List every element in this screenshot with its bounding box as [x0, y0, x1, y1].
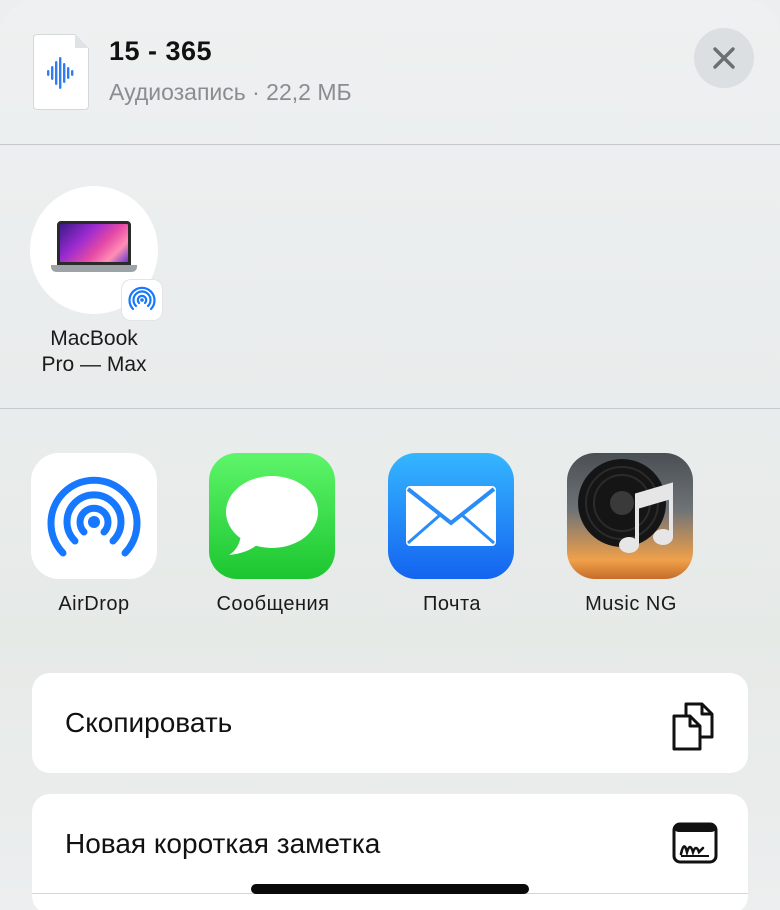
airdrop-badge-icon — [122, 280, 162, 320]
laptop-icon — [57, 221, 131, 265]
music-ng-icon — [567, 453, 693, 579]
divider — [0, 408, 780, 409]
app-label: Почта — [422, 593, 482, 615]
app-label: Music NG — [585, 593, 677, 615]
share-sheet: 15 - 365 Аудиозапись · 22,2 МБ MacBook P… — [0, 0, 780, 910]
quick-note-icon — [672, 822, 718, 864]
copy-action[interactable]: Скопировать — [32, 673, 748, 773]
home-indicator[interactable] — [251, 884, 529, 894]
file-title: 15 - 365 — [109, 36, 213, 66]
audio-file-icon — [33, 34, 89, 110]
divider — [0, 144, 780, 145]
device-label: MacBook Pro — Max — [41, 327, 147, 376]
action-label: Скопировать — [65, 707, 233, 738]
action-label: Новая короткая заметка — [65, 828, 381, 859]
close-button[interactable] — [694, 28, 754, 88]
airdrop-icon — [31, 453, 157, 579]
close-icon — [713, 47, 735, 69]
messages-icon — [209, 453, 335, 579]
file-subtitle: Аудиозапись · 22,2 МБ — [109, 79, 352, 105]
app-label: Сообщения — [216, 593, 330, 615]
copy-icon — [672, 702, 714, 751]
share-header: 15 - 365 Аудиозапись · 22,2 МБ — [0, 0, 780, 145]
mail-icon — [388, 453, 514, 579]
app-label: AirDrop — [58, 593, 130, 615]
